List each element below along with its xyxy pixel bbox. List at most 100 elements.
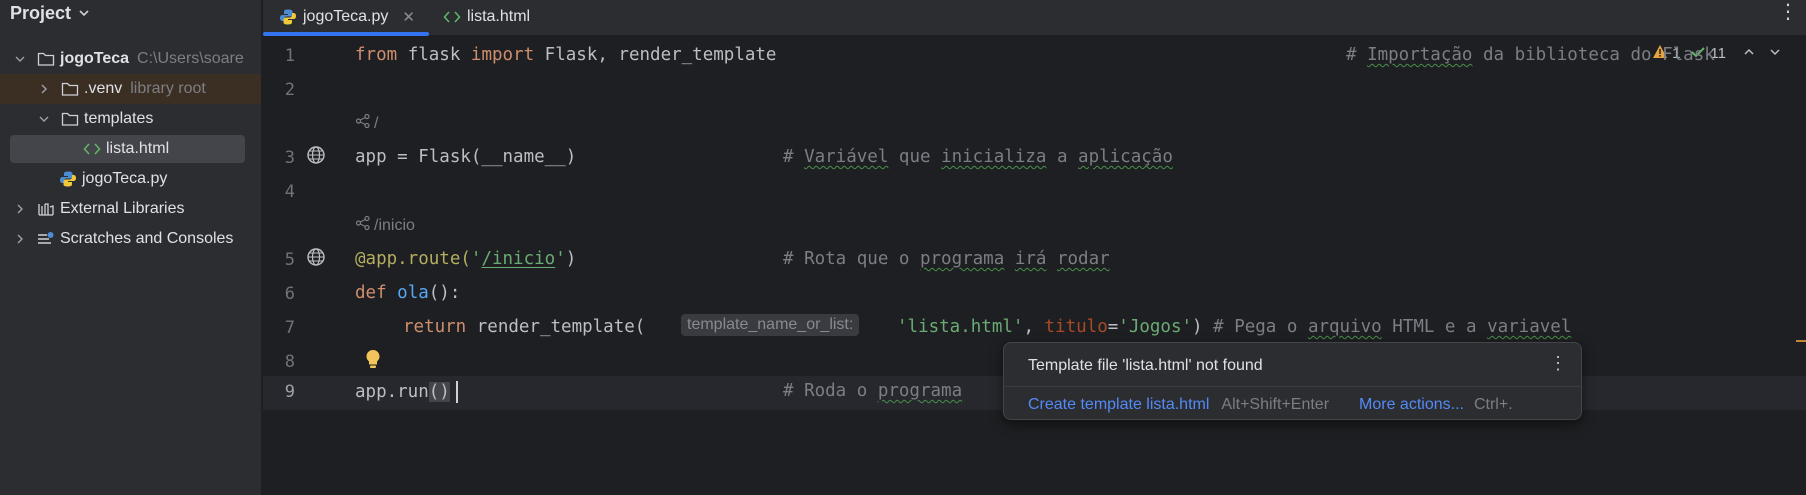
line-number: 6 [284,284,295,304]
tree-item-label: jogoTeca.py [82,170,168,187]
parameter-hint: template_name_or_list: [681,314,860,336]
import-names: Flask, render_template [534,45,777,65]
comment-word: Variável [804,147,889,167]
globe-icon[interactable] [305,144,327,166]
tree-item-lista-html[interactable]: lista.html [0,134,261,164]
code-text: app.run [355,382,429,402]
function-name: ola [397,283,429,303]
tree-item-label: jogoTeca [60,50,130,67]
html-file-icon [82,140,102,158]
code-text: ) [1192,317,1203,337]
comment-text: # [1346,45,1368,65]
editor-tabs: jogoTeca.py ✕ lista.html ⋮ [263,0,1806,36]
tree-item-external-libraries[interactable]: External Libraries [0,194,261,224]
more-vertical-icon[interactable]: ⋮ [1549,353,1567,374]
chevron-down-icon[interactable] [1768,45,1782,62]
chevron-down-icon[interactable] [77,6,91,20]
tree-item-label: lista.html [106,140,170,157]
line-number: 8 [284,352,295,372]
scratches-icon [36,230,56,248]
route-hint-text: / [374,114,379,132]
comment-text: da biblioteca do Flask [1472,45,1715,65]
close-icon[interactable]: ✕ [402,8,415,26]
html-file-icon [443,10,461,24]
comment-text: que [888,147,942,167]
chevron-right-icon[interactable] [12,231,28,247]
string: ' [555,249,566,269]
code-text: , [1023,317,1045,337]
code-text: render_template( [466,317,646,337]
line-number: 4 [284,182,295,202]
code-text: (): [428,283,461,303]
comment-text [1004,249,1015,269]
code-editor[interactable]: 1 11 1 2 3 4 5 6 7 8 9 from flask import… [263,38,1806,495]
chevron-down-icon[interactable] [36,111,52,127]
more-vertical-icon[interactable]: ⋮ [1778,2,1798,22]
tree-item-scratches[interactable]: Scratches and Consoles [0,224,261,254]
project-panel-header[interactable]: Project [0,0,261,26]
comment-word: aplicação [1078,147,1173,167]
folder-icon [60,80,80,98]
route-hint[interactable]: / [355,113,378,134]
code-comment: # Importação da biblioteca do Flask [1346,45,1715,65]
line-number: 9 [284,382,295,402]
tree-item-venv[interactable]: .venv library root [0,74,261,104]
text-caret [455,381,458,403]
module-name: flask [397,45,471,65]
comment-word: Importação [1367,45,1473,65]
more-actions-link[interactable]: More actions... [1359,396,1464,414]
tree-item-label: templates [84,110,154,127]
code-text: app = Flask(__name__) [355,147,577,167]
code-comment: # Rota que o programa irá rodar [783,249,1110,269]
library-icon [36,200,56,218]
tree-item-hint: C:\Users\soare [137,50,244,67]
share-icon [355,215,371,236]
code-line-1: from flask import Flask, render_template [355,45,776,65]
quick-fix-popup: Template file 'lista.html' not found ⋮ C… [1003,342,1582,420]
named-param: titulo [1044,317,1108,337]
string: 'lista.html' [897,317,1024,337]
chevron-down-icon[interactable] [12,51,28,67]
line-number: 2 [284,80,295,100]
line-number: 5 [284,250,295,270]
comment-word: irá [1014,249,1047,269]
tree-item-templates[interactable]: templates [0,104,261,134]
globe-icon[interactable] [305,246,327,268]
warning-stripe[interactable] [1796,340,1806,342]
popup-actions: Create template lista.html Alt+Shift+Ent… [1028,396,1513,414]
project-title[interactable]: Project [10,3,71,24]
chevron-right-icon[interactable] [12,201,28,217]
comment-word: programa [877,381,963,401]
code-line-6: def ola(): [355,283,460,303]
share-icon [355,113,371,134]
tab-lista-html[interactable]: lista.html [429,0,544,34]
string: ' [470,249,482,269]
tab-label: lista.html [466,8,531,25]
comment-word: arquivo [1307,317,1382,337]
code-comment: # Roda o programa [783,381,962,401]
comment-text: # [783,147,805,167]
string: 'Jogos' [1118,317,1193,337]
create-template-link[interactable]: Create template lista.html [1028,396,1209,414]
tree-item-label: Scratches and Consoles [60,230,234,247]
chevron-right-icon[interactable] [36,81,52,97]
tab-label: jogoTeca.py [303,8,389,25]
decorator: @app.route( [355,249,471,269]
folder-icon [60,110,80,128]
comment-text: # Pega o [1202,317,1308,337]
keyword: from [355,45,398,65]
lightbulb-icon[interactable] [362,348,384,370]
tree-item-label: .venv [84,80,123,97]
keyword: def [355,283,387,303]
line-number: 1 [284,46,295,66]
shortcut-label: Ctrl+. [1473,396,1513,413]
comment-word: variavel [1487,317,1572,337]
string-link[interactable]: /inicio [481,249,555,269]
code-line-7: return render_template( [403,317,645,337]
tree-item-jogoteca-py[interactable]: jogoTeca.py [0,164,261,194]
chevron-up-icon[interactable] [1742,45,1756,62]
tab-jogoteca-py[interactable]: jogoTeca.py ✕ [263,0,429,36]
popup-message: Template file 'lista.html' not found [1028,357,1263,374]
tree-item-jogoteca[interactable]: jogoTeca C:\Users\soare [0,44,261,74]
route-hint[interactable]: /inicio [355,215,415,236]
